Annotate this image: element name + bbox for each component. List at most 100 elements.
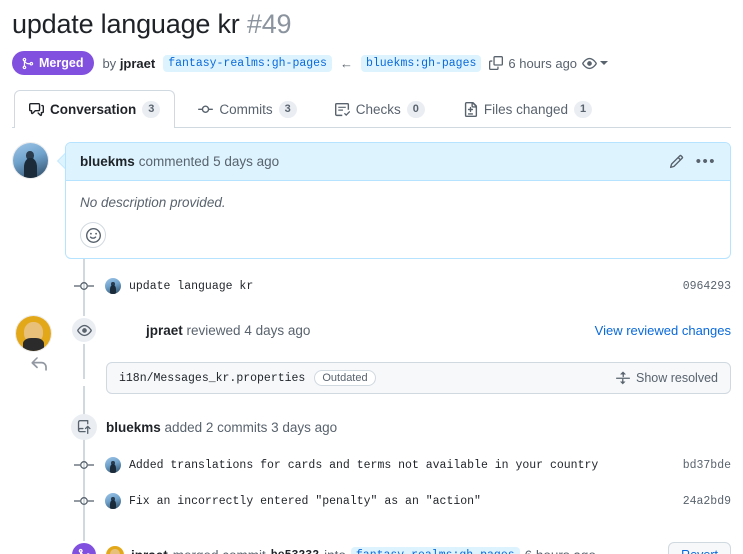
commit-dot-icon bbox=[74, 281, 94, 291]
file-path[interactable]: i18n/Messages_kr.properties bbox=[119, 372, 305, 385]
pull-request-page: update language kr #49 Merged by jpraet … bbox=[0, 0, 743, 554]
merge-summary: jpraet merged commit be53232 into fantas… bbox=[131, 546, 596, 554]
file-diff-icon bbox=[464, 101, 477, 117]
git-merge-icon bbox=[78, 548, 90, 554]
tab-conversation[interactable]: Conversation 3 bbox=[14, 90, 176, 128]
timeline-commit-row: update language kr 0964293 bbox=[12, 271, 731, 301]
status-badge: Merged bbox=[12, 51, 95, 75]
commit-message[interactable]: Fix an incorrectly entered "penalty" as … bbox=[129, 495, 481, 508]
commit-author-avatar[interactable] bbox=[105, 278, 121, 294]
tab-files-changed-label: Files changed bbox=[483, 101, 568, 117]
comment-header: bluekms commented 5 days ago ••• bbox=[66, 143, 730, 181]
merge-action: merged commit bbox=[173, 548, 266, 554]
eye-icon bbox=[582, 57, 597, 69]
review-header: jpraet reviewed 4 days ago View reviewed… bbox=[100, 315, 731, 345]
page-title: update language kr #49 bbox=[12, 0, 731, 42]
added-commits-time: 3 days ago bbox=[271, 419, 338, 435]
tab-conversation-count: 3 bbox=[142, 101, 161, 118]
show-resolved-label: Show resolved bbox=[636, 371, 718, 385]
pr-tabs: Conversation 3 Commits 3 Checks 0 Files … bbox=[12, 90, 731, 128]
pr-number: #49 bbox=[246, 9, 292, 39]
merge-sha[interactable]: be53232 bbox=[271, 549, 319, 554]
comment-body: No description provided. bbox=[66, 181, 730, 258]
merge-badge-icon bbox=[70, 541, 98, 554]
commit-sha[interactable]: bd37bde bbox=[683, 459, 731, 472]
added-commits-author[interactable]: bluekms bbox=[106, 420, 161, 435]
comment-discussion-icon bbox=[29, 102, 44, 117]
review-summary: jpraet reviewed 4 days ago bbox=[146, 323, 310, 338]
review-time: 4 days ago bbox=[244, 322, 311, 338]
review-eye-badge bbox=[70, 316, 98, 344]
view-reviewed-changes-link[interactable]: View reviewed changes bbox=[595, 323, 731, 338]
tab-checks-label: Checks bbox=[355, 101, 401, 117]
head-branch-chip[interactable]: bluekms:gh-pages bbox=[360, 54, 482, 72]
show-resolved-button[interactable]: Show resolved bbox=[616, 371, 718, 385]
base-branch-chip[interactable]: fantasy-realms:gh-pages bbox=[163, 54, 332, 72]
comment-text: No description provided. bbox=[80, 195, 226, 210]
repo-push-glyph bbox=[77, 420, 91, 434]
comment-author[interactable]: bluekms bbox=[80, 154, 135, 169]
arrow-left-icon: ← bbox=[339, 55, 353, 71]
commit-line-icon bbox=[74, 282, 94, 290]
merge-author[interactable]: jpraet bbox=[131, 548, 168, 554]
comment-pointer-inner bbox=[58, 154, 65, 168]
pr-meta-row: Merged by jpraet fantasy-realms:gh-pages… bbox=[12, 50, 731, 76]
avatar[interactable] bbox=[15, 315, 52, 352]
tab-commits-count: 3 bbox=[278, 100, 297, 118]
merge-branch-chip[interactable]: fantasy-realms:gh-pages bbox=[350, 546, 520, 554]
status-badge-label: Merged bbox=[39, 56, 84, 70]
pr-title-text: update language kr bbox=[12, 9, 240, 39]
commit-message[interactable]: Added translations for cards and terms n… bbox=[129, 459, 598, 472]
comment-card: bluekms commented 5 days ago ••• No desc… bbox=[65, 142, 731, 259]
comment-action: commented bbox=[138, 154, 210, 169]
comment-actions: ••• bbox=[669, 154, 716, 169]
added-commits-action: added 2 commits bbox=[164, 419, 268, 435]
added-commits-row: bluekms added 2 commits 3 days ago bbox=[12, 414, 731, 440]
outdated-badge: Outdated bbox=[314, 370, 376, 386]
commit-dot-icon bbox=[74, 460, 94, 470]
tab-conversation-label: Conversation bbox=[50, 102, 137, 117]
copy-icon[interactable] bbox=[489, 56, 504, 70]
watch-control[interactable] bbox=[582, 56, 609, 71]
commit-author-avatar[interactable] bbox=[105, 457, 121, 473]
tab-commits[interactable]: Commits 3 bbox=[183, 90, 311, 127]
pr-meta-right: 6 hours ago bbox=[489, 55, 609, 71]
pr-timeline: bluekms commented 5 days ago ••• No desc… bbox=[12, 128, 731, 554]
checklist-icon bbox=[334, 102, 350, 116]
by-label: by bbox=[102, 55, 117, 71]
pr-author-line: by jpraet bbox=[102, 56, 155, 71]
review-author[interactable]: jpraet bbox=[146, 323, 183, 338]
tab-checks[interactable]: Checks 0 bbox=[320, 90, 440, 127]
repo-push-icon bbox=[71, 414, 97, 440]
commit-author-avatar[interactable] bbox=[105, 493, 121, 509]
commit-icon bbox=[198, 105, 214, 113]
smiley-icon[interactable] bbox=[80, 222, 106, 248]
tab-files-changed[interactable]: Files changed 1 bbox=[448, 90, 607, 127]
review-action: reviewed bbox=[186, 322, 241, 338]
avatar[interactable] bbox=[106, 546, 124, 554]
pencil-icon[interactable] bbox=[669, 154, 684, 169]
tab-checks-count: 0 bbox=[406, 100, 425, 118]
commit-sha[interactable]: 24a2bd9 bbox=[683, 495, 731, 508]
unfold-icon bbox=[616, 371, 630, 385]
chevron-down-icon bbox=[600, 61, 609, 65]
avatar[interactable] bbox=[12, 142, 49, 179]
commit-line-icon bbox=[74, 497, 94, 505]
revert-button[interactable]: Revert bbox=[668, 542, 731, 554]
tab-commits-label: Commits bbox=[219, 101, 273, 117]
smiley-glyph bbox=[85, 227, 101, 243]
commit-sha[interactable]: 0964293 bbox=[683, 280, 731, 293]
pr-author: jpraet bbox=[119, 55, 156, 71]
timeline-commit-row: Added translations for cards and terms n… bbox=[12, 450, 731, 480]
commit-line-icon bbox=[74, 461, 94, 469]
merge-into-label: into bbox=[324, 548, 346, 554]
kebab-icon[interactable]: ••• bbox=[696, 154, 716, 169]
merge-event-row: jpraet merged commit be53232 into fantas… bbox=[12, 538, 731, 554]
review-block: jpraet reviewed 4 days ago View reviewed… bbox=[12, 315, 731, 371]
comment-block: bluekms commented 5 days ago ••• No desc… bbox=[12, 142, 731, 259]
merged-time: 6 hours ago bbox=[508, 55, 578, 71]
git-merge-icon bbox=[22, 57, 34, 69]
tab-files-changed-count: 1 bbox=[573, 100, 593, 118]
commit-message[interactable]: update language kr bbox=[129, 280, 253, 293]
timeline-commit-row: Fix an incorrectly entered "penalty" as … bbox=[12, 486, 731, 516]
